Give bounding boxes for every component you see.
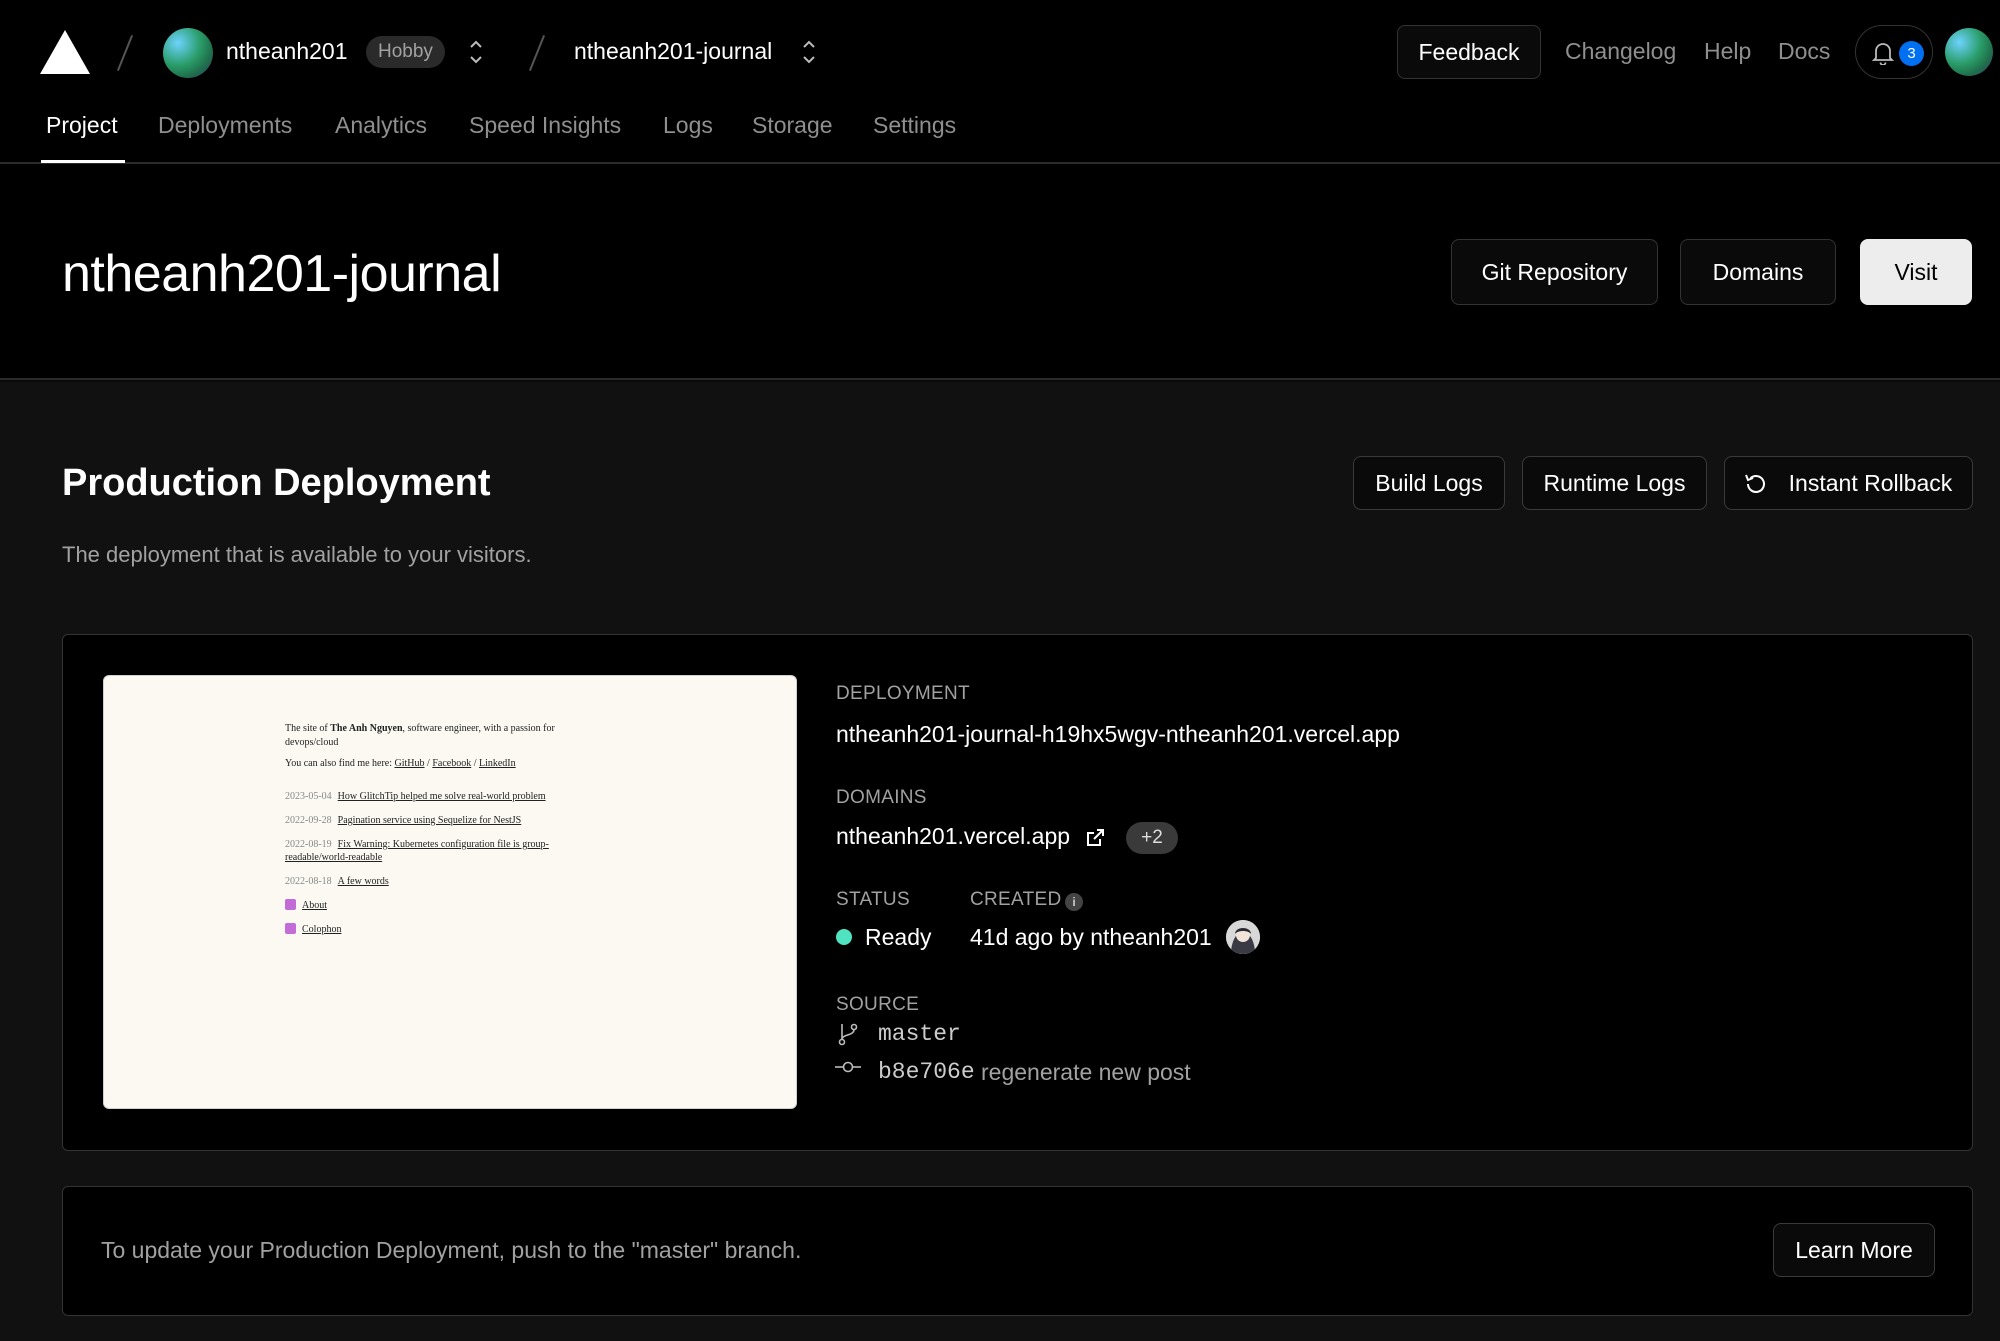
feedback-button[interactable]: Feedback [1397,25,1541,79]
section-title: Production Deployment [62,462,491,504]
preview-post: 2022-09-28 Pagination service using Seque… [285,815,522,826]
project-switcher-name[interactable]: ntheanh201-journal [574,38,772,65]
team-avatar[interactable] [163,28,213,78]
info-icon[interactable]: i [1065,893,1083,911]
notifications-button[interactable]: 3 [1855,25,1933,79]
bell-icon [1872,43,1894,65]
commit-message[interactable]: regenerate new post [981,1059,1191,1086]
tab-logs[interactable]: Logs [663,112,713,139]
breadcrumb-separator [116,35,134,71]
instant-rollback-label: Instant Rollback [1788,470,1953,496]
build-logs-button[interactable]: Build Logs [1353,456,1505,510]
status-label: STATUS [836,889,910,910]
team-switcher-chevron-icon[interactable] [466,36,486,68]
instant-rollback-button[interactable]: Instant Rollback [1724,456,1973,510]
help-link[interactable]: Help [1704,38,1751,65]
deployment-label: DEPLOYMENT [836,683,970,704]
preview-post: 2022-08-19 Fix Warning: Kubernetes config… [285,839,549,863]
source-label: SOURCE [836,994,920,1015]
domains-label: DOMAINS [836,787,927,808]
visit-button[interactable]: Visit [1860,239,1972,305]
extra-domains-badge[interactable]: +2 [1126,822,1178,854]
learn-more-button[interactable]: Learn More [1773,1223,1935,1277]
tab-analytics[interactable]: Analytics [335,112,427,139]
git-branch-icon [838,1023,858,1046]
tab-storage[interactable]: Storage [752,112,833,139]
update-production-notice: To update your Production Deployment, pu… [62,1186,1973,1316]
project-header: ntheanh201-journal Git Repository Domain… [0,164,2000,380]
user-avatar[interactable] [1945,28,1993,76]
creator-avatar-image [1226,920,1260,954]
preview-social-links: You can also find me here: GitHub / Face… [285,758,516,769]
deployment-url-link[interactable]: ntheanh201-journal-h19hx5wgv-ntheanh201.… [836,721,1400,748]
top-navigation-bar: ntheanh201 Hobby ntheanh201-journal Feed… [0,0,2000,164]
page-title: ntheanh201-journal [62,245,502,303]
tab-project[interactable]: Project [46,112,118,139]
status-indicator-dot [836,929,852,945]
preview-post: 2023-05-04 How GlitchTip helped me solve … [285,791,546,802]
created-label: CREATED [970,889,1062,910]
git-commit-icon [835,1061,861,1073]
deployment-preview-screenshot[interactable]: The site of The Anh Nguyen, software eng… [103,675,797,1109]
notification-count-badge: 3 [1899,41,1924,66]
main-content: Production Deployment The deployment tha… [0,382,2000,1341]
project-switcher-chevron-icon[interactable] [799,36,819,68]
docs-link[interactable]: Docs [1778,38,1830,65]
active-tab-indicator [41,160,125,163]
breadcrumb-separator [528,35,546,71]
commit-hash[interactable]: b8e706e [878,1059,975,1085]
rollback-icon [1745,474,1765,493]
creator-avatar[interactable] [1226,920,1260,954]
preview-nav-colophon: Colophon [285,923,341,935]
tab-settings[interactable]: Settings [873,112,956,139]
preview-nav-about: About [285,899,327,911]
production-deployment-card: The site of The Anh Nguyen, software eng… [62,634,1973,1151]
status-value: Ready [865,924,932,950]
domains-button[interactable]: Domains [1680,239,1836,305]
tab-deployments[interactable]: Deployments [158,112,292,139]
preview-post: 2022-08-18 A few words [285,876,389,887]
project-tabs: Project Deployments Analytics Speed Insi… [0,104,2000,164]
tab-speed-insights[interactable]: Speed Insights [469,112,621,139]
domain-link[interactable]: ntheanh201.vercel.app [836,823,1070,850]
changelog-link[interactable]: Changelog [1565,38,1676,65]
update-notice-text: To update your Production Deployment, pu… [101,1237,802,1263]
plan-badge: Hobby [366,36,445,68]
git-repository-button[interactable]: Git Repository [1451,239,1658,305]
section-subtitle: The deployment that is available to your… [62,542,532,567]
vercel-logo-icon[interactable] [40,30,90,74]
external-link-icon[interactable] [1085,828,1105,848]
created-value: 41d ago by ntheanh201 [970,924,1212,950]
source-branch[interactable]: master [878,1021,961,1047]
team-name[interactable]: ntheanh201 [226,38,348,65]
runtime-logs-button[interactable]: Runtime Logs [1522,456,1707,510]
preview-intro: The site of The Anh Nguyen, software eng… [285,723,555,748]
